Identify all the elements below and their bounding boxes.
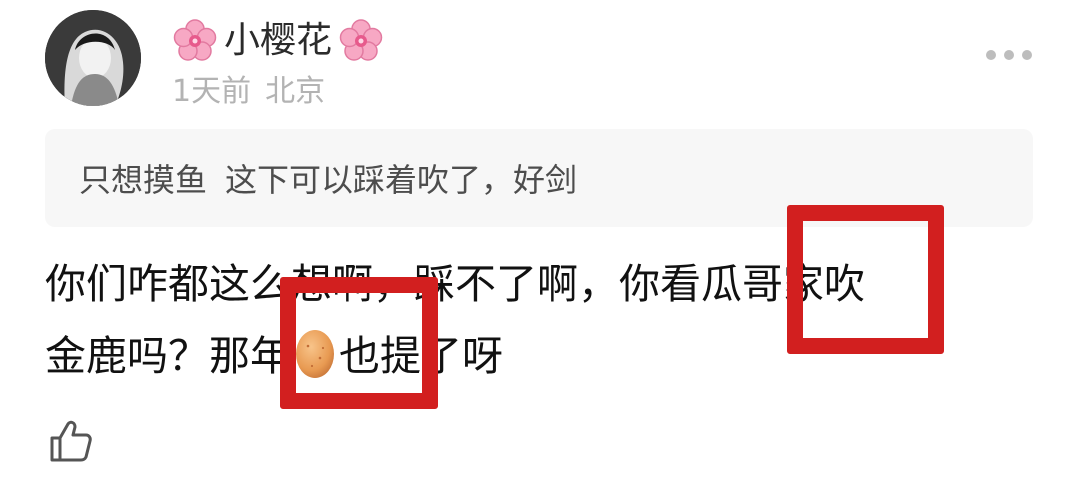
- username[interactable]: 小樱花: [224, 16, 332, 66]
- username-row: 小樱花: [172, 16, 384, 66]
- cherry-blossom-icon: [173, 19, 217, 61]
- cherry-blossom-icon: [339, 19, 383, 61]
- highlight-box-egg: [280, 277, 438, 409]
- post-meta: 1天前 北京: [172, 70, 325, 114]
- location: 北京: [265, 74, 326, 109]
- time-ago: 1天前: [172, 74, 252, 109]
- quoted-user[interactable]: 只想摸鱼: [79, 155, 207, 201]
- comment-line-2-start: 金鹿吗？那年: [45, 332, 291, 380]
- avatar[interactable]: [45, 10, 141, 106]
- avatar-image: [45, 10, 141, 106]
- highlight-box-gua: [787, 205, 944, 354]
- more-dots-icon[interactable]: [986, 50, 1032, 60]
- quoted-text: 这下可以踩着吹了，好剑: [225, 161, 578, 199]
- thumbs-up-icon[interactable]: [48, 418, 94, 464]
